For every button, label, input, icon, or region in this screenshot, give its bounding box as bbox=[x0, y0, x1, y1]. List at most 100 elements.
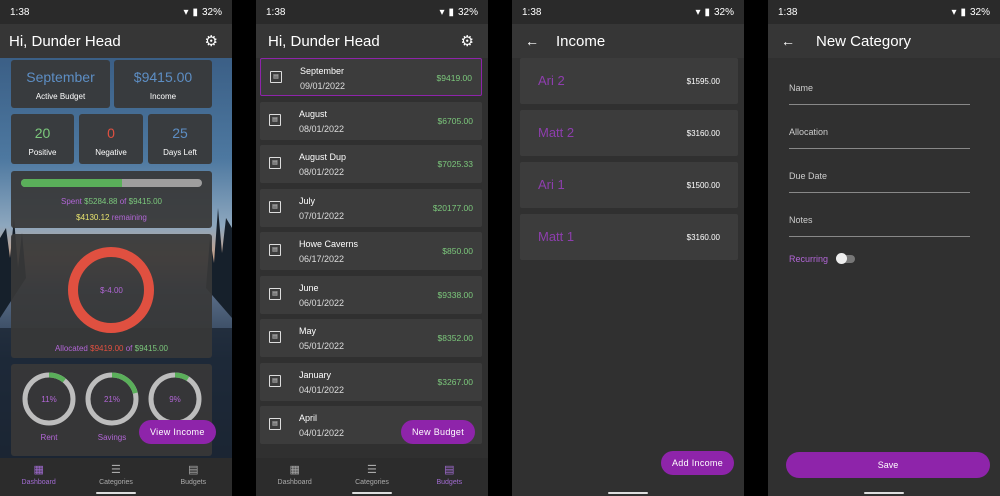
income-list-item[interactable]: Matt 1 $3160.00 bbox=[520, 214, 738, 260]
app-bar: Hi, Dunder Head ⚙ bbox=[0, 24, 232, 58]
home-indicator bbox=[864, 492, 904, 494]
battery-level: 32% bbox=[201, 7, 222, 18]
spent-value: $5284.88 bbox=[84, 197, 118, 206]
save-button[interactable]: Save bbox=[786, 452, 990, 478]
income-amount: $1595.00 bbox=[686, 77, 720, 86]
app-bar: ← New Category bbox=[768, 24, 1000, 58]
ring-value-savings: 21% bbox=[103, 395, 120, 404]
battery-icon: ▮ bbox=[704, 7, 710, 18]
budget-chart-icon: ▤ bbox=[269, 418, 281, 430]
spending-progress-bar bbox=[21, 179, 202, 187]
home-indicator bbox=[608, 492, 648, 494]
budget-name: Howe Caverns bbox=[299, 239, 359, 249]
nav-dashboard[interactable]: ▦ Dashboard bbox=[0, 458, 77, 496]
status-bar: 1:38 ▾ ▮ 32% bbox=[0, 0, 232, 24]
income-list-item[interactable]: Ari 1 $1500.00 bbox=[520, 162, 738, 208]
budget-amount: $20177.00 bbox=[432, 202, 473, 213]
gear-icon[interactable]: ⚙ bbox=[205, 32, 218, 50]
ring-label-rent: Rent bbox=[40, 433, 58, 442]
allocation-field[interactable]: Allocation bbox=[789, 119, 970, 149]
negative-count: 0 bbox=[107, 125, 115, 141]
battery-icon: ▮ bbox=[960, 7, 966, 18]
budget-name: April bbox=[299, 413, 318, 423]
status-time: 1:38 bbox=[522, 7, 542, 18]
status-bar: 1:38 ▾ ▮ 32% bbox=[512, 0, 744, 24]
budget-date: 04/01/2022 bbox=[299, 428, 345, 438]
budget-list-item[interactable]: ▤ August 08/01/2022 $6705.00 bbox=[260, 101, 482, 140]
spent-line: Spent $5284.88 of $9415.00 bbox=[11, 197, 212, 206]
budget-name: August Dup bbox=[299, 152, 347, 162]
budget-list-item[interactable]: ▤ May 05/01/2022 $8352.00 bbox=[260, 319, 482, 357]
dashboard-screen: 1:38 ▾ ▮ 32% Hi, Dunder Head ⚙ September A… bbox=[0, 0, 232, 496]
income-value: $9415.00 bbox=[133, 69, 193, 85]
budget-date: 09/01/2022 bbox=[300, 81, 346, 91]
allocated-total: $9415.00 bbox=[134, 344, 169, 353]
budget-list-item[interactable]: ▤ June 06/01/2022 $9338.00 bbox=[260, 275, 482, 314]
budget-chart-icon: ▤ bbox=[269, 200, 281, 213]
nav-categories[interactable]: ☰ Categories bbox=[77, 458, 154, 496]
budget-list-item[interactable]: ▤ September 09/01/2022 $9419.00 bbox=[260, 58, 482, 96]
nav-budgets[interactable]: ▤ Budgets bbox=[411, 458, 488, 496]
due-date-field[interactable]: Due Date bbox=[789, 163, 970, 193]
budget-list-item[interactable]: ▤ August Dup 08/01/2022 $7025.33 bbox=[260, 145, 482, 183]
nav-budgets-label: Budgets bbox=[180, 479, 207, 486]
nav-categories-label: Categories bbox=[355, 479, 389, 486]
days-left-label: Days Left bbox=[163, 148, 197, 157]
budget-name: August bbox=[299, 108, 328, 119]
nav-budgets[interactable]: ▤ Budgets bbox=[155, 458, 232, 496]
positive-label: Positive bbox=[28, 148, 57, 157]
remaining-label: remaining bbox=[111, 213, 147, 222]
income-amount: $3160.00 bbox=[686, 129, 720, 138]
page-title: New Category bbox=[816, 33, 912, 50]
budgets-screen: 1:38 ▾ ▮ 32% Hi, Dunder Head ⚙ ▤ September 0… bbox=[256, 0, 488, 496]
status-bar: 1:38 ▾ ▮ 32% bbox=[768, 0, 1000, 24]
active-budget-label: Active Budget bbox=[35, 92, 86, 101]
battery-icon: ▮ bbox=[448, 7, 454, 18]
income-name: Matt 2 bbox=[538, 125, 575, 140]
budget-list-item[interactable]: ▤ July 07/01/2022 $20177.00 bbox=[260, 188, 482, 227]
name-field-label: Name bbox=[789, 83, 814, 93]
gear-icon[interactable]: ⚙ bbox=[461, 32, 474, 50]
income-card[interactable]: $9415.00 Income bbox=[114, 60, 212, 108]
wifi-icon: ▾ bbox=[695, 7, 701, 18]
positive-count: 20 bbox=[34, 125, 51, 141]
name-field[interactable]: Name bbox=[789, 75, 970, 105]
budget-name: May bbox=[299, 326, 317, 336]
budget-date: 05/01/2022 bbox=[299, 341, 345, 351]
budget-list-item[interactable]: ▤ January 04/01/2022 $3267.00 bbox=[260, 362, 482, 401]
income-name: Ari 2 bbox=[538, 73, 565, 88]
allocated-line: Allocated $9419.00 of $9415.00 bbox=[11, 344, 212, 353]
income-name: Ari 1 bbox=[538, 177, 565, 192]
status-time: 1:38 bbox=[778, 7, 798, 18]
income-amount: $3160.00 bbox=[686, 233, 720, 242]
negative-card: 0 Negative bbox=[79, 114, 143, 164]
chart-icon: ▤ bbox=[188, 464, 199, 476]
budget-date: 06/01/2022 bbox=[299, 297, 345, 308]
recurring-label: Recurring bbox=[789, 254, 829, 264]
negative-label: Negative bbox=[95, 148, 127, 157]
budget-date: 06/17/2022 bbox=[299, 254, 345, 264]
view-income-button[interactable]: View Income bbox=[139, 420, 216, 444]
nav-dashboard[interactable]: ▦ Dashboard bbox=[256, 458, 333, 496]
new-budget-button[interactable]: New Budget bbox=[401, 420, 476, 444]
budget-amount: $7025.33 bbox=[437, 159, 473, 169]
dashboard-icon: ▦ bbox=[289, 464, 300, 476]
budget-amount: $850.00 bbox=[442, 246, 473, 256]
recurring-toggle[interactable] bbox=[836, 253, 855, 264]
nav-categories-label: Categories bbox=[99, 479, 133, 486]
status-time: 1:38 bbox=[266, 7, 286, 18]
income-list-item[interactable]: Ari 2 $1595.00 bbox=[520, 58, 738, 104]
add-income-button[interactable]: Add Income bbox=[661, 451, 735, 475]
notes-field[interactable]: Notes bbox=[789, 207, 970, 237]
allocated-of: of bbox=[125, 344, 133, 353]
allocated-prefix: Allocated bbox=[54, 344, 88, 353]
budget-list-item[interactable]: ▤ Howe Caverns 06/17/2022 $850.00 bbox=[260, 232, 482, 270]
page-title: Hi, Dunder Head bbox=[9, 33, 121, 50]
income-list-item[interactable]: Matt 2 $3160.00 bbox=[520, 110, 738, 156]
back-arrow-icon[interactable]: ← bbox=[781, 33, 795, 49]
active-budget-card[interactable]: September Active Budget bbox=[11, 60, 110, 108]
nav-categories[interactable]: ☰ Categories bbox=[333, 458, 410, 496]
page-title: Income bbox=[556, 33, 606, 50]
back-arrow-icon[interactable]: ← bbox=[525, 33, 539, 49]
ring-value-rent: 11% bbox=[41, 395, 57, 404]
